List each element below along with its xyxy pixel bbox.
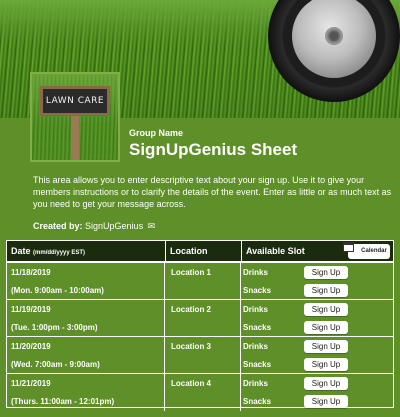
vl xyxy=(164,337,165,374)
vl xyxy=(240,263,241,300)
sign-up-button[interactable]: Sign Up xyxy=(304,395,348,408)
sign-up-button[interactable]: Sign Up xyxy=(304,303,348,316)
sign-board: LAWN CARE xyxy=(40,86,110,116)
sign-up-button[interactable]: Sign Up xyxy=(304,358,348,371)
slot-name: Drinks xyxy=(243,305,268,314)
column-header-location: Location xyxy=(165,241,241,261)
table-row: 11/18/2019 (Mon. 9:00am - 10:00am) Locat… xyxy=(7,262,393,300)
slot-name: Snacks xyxy=(243,286,272,295)
vl xyxy=(164,374,165,411)
row-location: Location 3 xyxy=(171,342,212,351)
email-icon[interactable]: ✉ xyxy=(148,221,156,232)
slot-name: Drinks xyxy=(243,379,268,388)
vl xyxy=(164,263,165,300)
row-date: 11/18/2019 xyxy=(11,268,51,277)
calendar-icon xyxy=(343,242,354,252)
signup-slots-table: Date (mm/dd/yyyy EST) Location Available… xyxy=(6,240,394,411)
group-name-label: Group Name xyxy=(129,128,184,138)
row-time: (Wed. 7:00am - 9:00am) xyxy=(11,360,100,369)
slot-name: Snacks xyxy=(243,323,272,332)
row-time: (Mon. 9:00am - 10:00am) xyxy=(11,286,104,295)
created-by-line: Created by: SignUpGenius ✉ xyxy=(33,221,155,232)
table-row: 11/21/2019 (Thurs. 11:00am - 12:01pm) Lo… xyxy=(7,373,393,411)
row-time: (Tue. 1:00pm - 3:00pm) xyxy=(11,323,98,332)
slot-name: Drinks xyxy=(243,342,268,351)
row-time: (Thurs. 11:00am - 12:01pm) xyxy=(11,397,115,406)
slot-name: Snacks xyxy=(243,397,272,406)
row-location: Location 1 xyxy=(171,268,212,277)
date-format-hint: (mm/dd/yyyy EST) xyxy=(33,250,86,256)
vl xyxy=(240,300,241,337)
table-row: 11/20/2019 (Wed. 7:00am - 9:00am) Locati… xyxy=(7,336,393,374)
created-by-label: Created by: xyxy=(33,221,83,231)
sign-up-description: This area allows you to enter descriptiv… xyxy=(33,175,392,209)
sign-up-button[interactable]: Sign Up xyxy=(304,266,348,279)
row-date: 11/21/2019 xyxy=(11,379,51,388)
wheel-hub xyxy=(292,0,376,78)
sign-up-button[interactable]: Sign Up xyxy=(304,340,348,353)
date-header-label: Date xyxy=(11,246,31,256)
wheel-bolt xyxy=(325,27,343,45)
sign-up-button[interactable]: Sign Up xyxy=(304,284,348,297)
sign-post xyxy=(71,116,79,160)
calendar-button-label: Calendar xyxy=(361,248,387,254)
slot-name: Snacks xyxy=(243,360,272,369)
vl xyxy=(240,337,241,374)
slot-name: Drinks xyxy=(243,268,268,277)
table-row: 11/19/2019 (Tue. 1:00pm - 3:00pm) Locati… xyxy=(7,299,393,337)
calendar-button[interactable]: Calendar xyxy=(348,244,390,259)
lawn-care-sign-image: LAWN CARE xyxy=(30,72,120,162)
sign-up-button[interactable]: Sign Up xyxy=(304,377,348,390)
lawnmower-wheel-image xyxy=(268,0,400,102)
sign-up-button[interactable]: Sign Up xyxy=(304,321,348,334)
creator-name-link[interactable]: SignUpGenius xyxy=(85,221,143,231)
vl xyxy=(164,300,165,337)
page-title: SignUpGenius Sheet xyxy=(129,140,298,159)
row-location: Location 4 xyxy=(171,379,212,388)
table-header: Date (mm/dd/yyyy EST) Location Available… xyxy=(7,241,393,262)
row-location: Location 2 xyxy=(171,305,212,314)
row-date: 11/19/2019 xyxy=(11,305,51,314)
row-date: 11/20/2019 xyxy=(11,342,51,351)
column-header-date: Date (mm/dd/yyyy EST) xyxy=(11,241,163,261)
vl xyxy=(240,374,241,411)
